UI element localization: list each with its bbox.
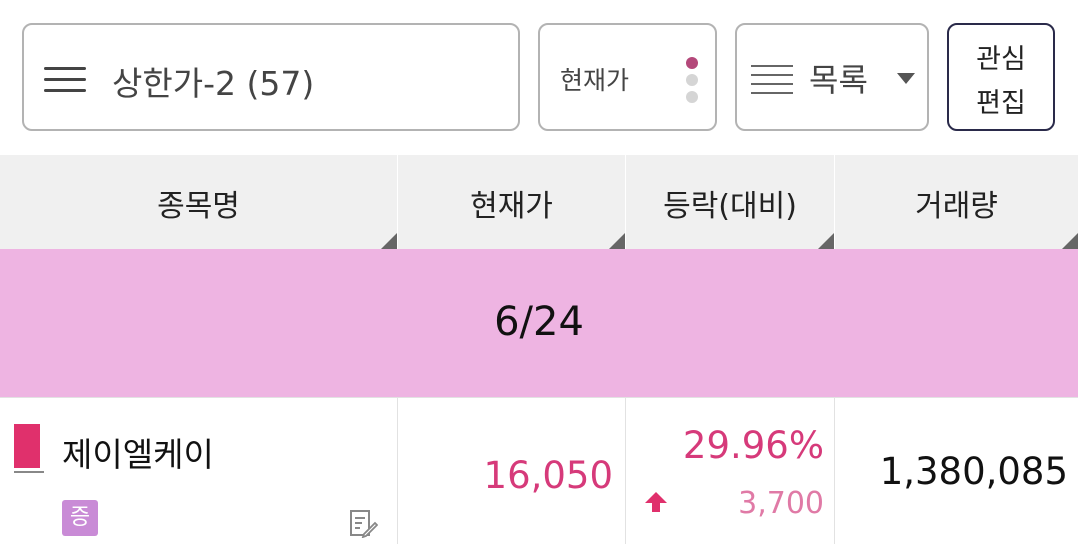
list-icon <box>751 63 793 95</box>
volume-cell: 1,380,085 <box>835 398 1078 544</box>
market-badge: 증 <box>62 500 98 536</box>
edit-watchlist-button[interactable]: 관심 편집 <box>947 23 1055 131</box>
price-cell: 16,050 <box>398 398 626 544</box>
column-header-price[interactable]: 현재가 <box>398 155 626 249</box>
price-mode-label: 현재가 <box>560 66 630 95</box>
caret-down-icon <box>897 73 915 84</box>
column-header-label: 종목명 <box>157 189 240 224</box>
date-group-band: 6/24 <box>0 249 1078 397</box>
hamburger-icon <box>44 67 86 93</box>
column-header-name[interactable]: 종목명 <box>0 155 398 249</box>
sort-triangle-icon <box>381 233 397 249</box>
edit-button-line1: 관심 <box>976 44 1026 75</box>
change-cell: 29.96% 3,700 <box>626 398 835 544</box>
price-mode-toggle[interactable]: 현재가 <box>538 23 717 131</box>
watchlist-group-label: 상한가-2 (57) <box>112 64 315 103</box>
watchlist-group-select[interactable]: 상한가-2 (57) <box>22 23 520 131</box>
column-header-label: 거래량 <box>915 189 998 224</box>
view-mode-label: 목록 <box>809 61 868 99</box>
date-group-label: 6/24 <box>494 299 584 345</box>
sort-triangle-icon <box>609 233 625 249</box>
table-row[interactable]: 제이엘케이 증 16,050 29.96% 3,700 1,380,085 <box>0 397 1078 544</box>
up-arrow-icon <box>645 492 667 512</box>
change-amount: 3,700 <box>738 486 824 521</box>
vertical-dots-icon <box>686 55 700 105</box>
change-rate: 29.96% <box>682 424 824 467</box>
column-header-change[interactable]: 등락(대비) <box>626 155 835 249</box>
column-header-label: 등락(대비) <box>663 189 797 224</box>
stock-name: 제이엘케이 <box>62 435 214 474</box>
marker-underline <box>14 471 44 473</box>
trade-volume: 1,380,085 <box>879 450 1068 493</box>
view-mode-dropdown[interactable]: 목록 <box>735 23 929 131</box>
current-price: 16,050 <box>483 454 613 497</box>
column-header-label: 현재가 <box>470 189 553 224</box>
color-marker <box>14 424 40 468</box>
sort-triangle-icon <box>818 233 834 249</box>
column-header-volume[interactable]: 거래량 <box>835 155 1078 249</box>
table-header: 종목명 현재가 등락(대비) 거래량 <box>0 155 1078 249</box>
sort-triangle-icon <box>1062 233 1078 249</box>
memo-edit-icon[interactable] <box>348 508 378 538</box>
top-toolbar: 상한가-2 (57) 현재가 목록 관심 편집 <box>0 0 1078 155</box>
stock-name-cell[interactable]: 제이엘케이 증 <box>0 398 398 544</box>
edit-button-line2: 편집 <box>976 88 1026 119</box>
